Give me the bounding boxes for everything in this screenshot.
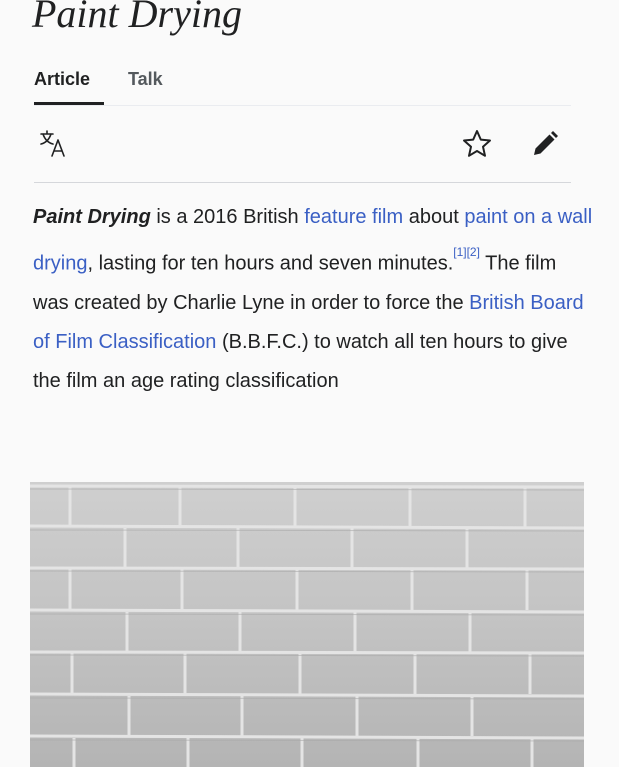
lead-text: about [403,206,465,228]
tab-article[interactable]: Article [34,66,90,92]
star-icon[interactable] [461,128,493,160]
divider [34,182,571,183]
link-feature-film[interactable]: feature film [304,206,403,228]
lead-text: , lasting for ten hours and seven minute… [87,252,454,275]
lead-text: is a 2016 British [150,206,305,228]
reference-link-2[interactable]: [2] [467,245,480,259]
article-subject: Paint Drying [33,206,151,228]
tab-talk[interactable]: Talk [128,66,163,92]
reference-link-1[interactable]: [1] [453,245,466,259]
divider [34,105,571,106]
page-title: Paint Drying [32,0,242,36]
translate-icon[interactable] [38,128,72,162]
pencil-icon[interactable] [529,128,561,160]
lead-paragraph: Paint Drying is a 2016 British feature f… [33,198,593,401]
article-image[interactable] [30,482,584,767]
page-actions-toolbar [34,122,571,168]
painted-brick-wall-image [30,482,584,767]
